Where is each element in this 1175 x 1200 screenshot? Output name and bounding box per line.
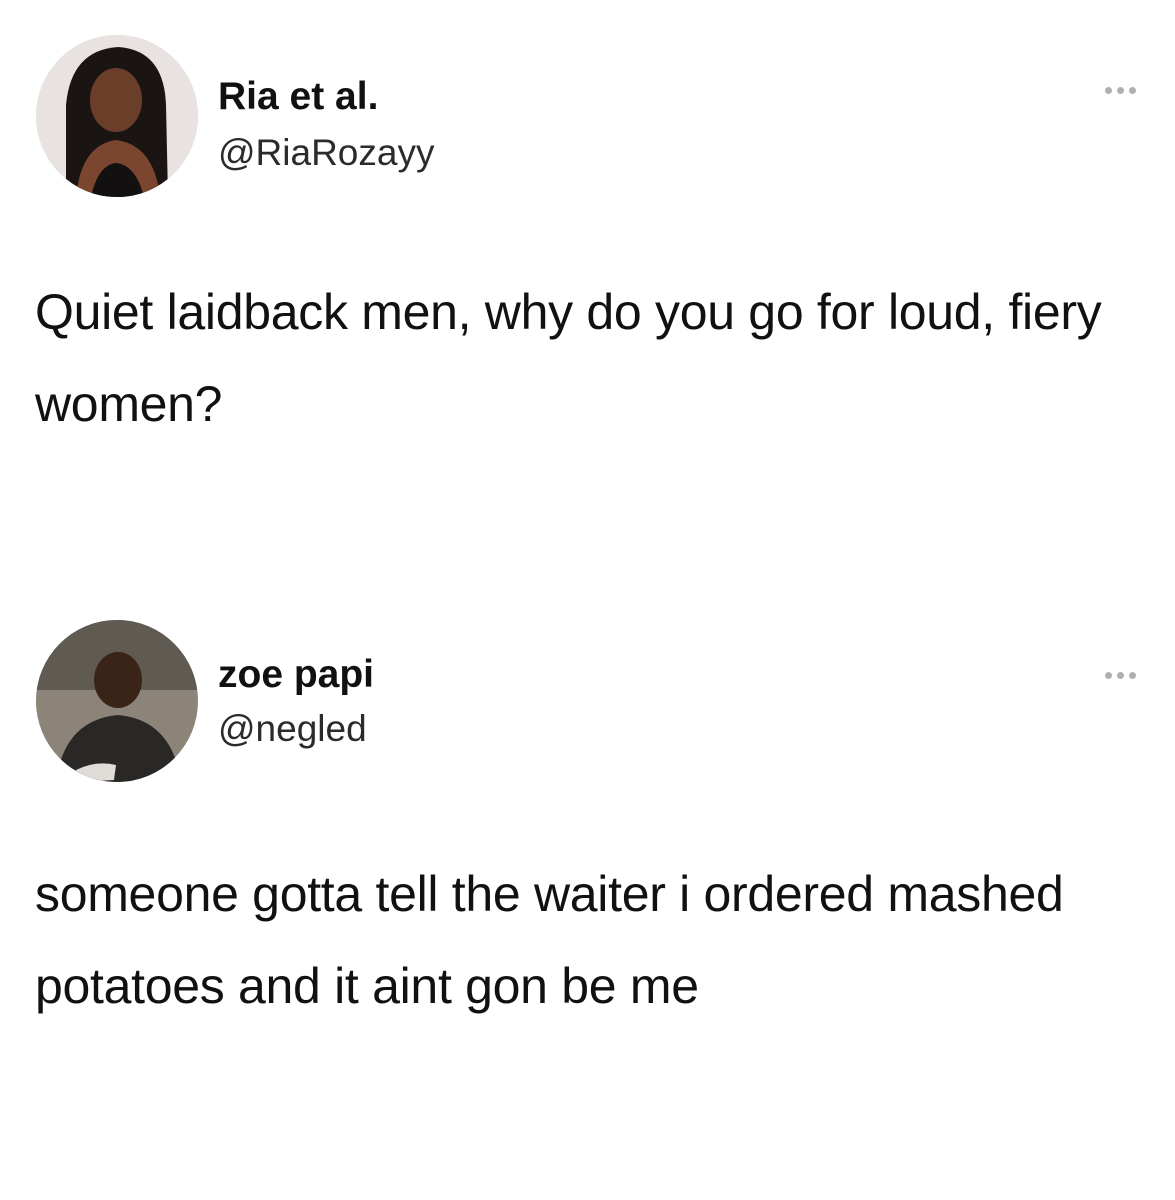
more-dots-icon xyxy=(1104,671,1112,679)
display-name[interactable]: Ria et al. xyxy=(218,75,378,119)
more-dots-icon xyxy=(1116,671,1124,679)
user-handle[interactable]: @RiaRozayy xyxy=(218,132,434,174)
more-dots-icon xyxy=(1116,86,1124,94)
avatar-zoe-papi[interactable] xyxy=(36,620,198,782)
profile-photo-icon xyxy=(36,620,198,782)
more-options-button[interactable] xyxy=(1090,663,1150,687)
more-dots-icon xyxy=(1128,671,1136,679)
avatar-ria[interactable] xyxy=(36,35,198,197)
more-dots-icon xyxy=(1128,86,1136,94)
profile-photo-icon xyxy=(36,35,198,197)
user-handle[interactable]: @negled xyxy=(218,708,367,750)
tweet-text: someone gotta tell the waiter i ordered … xyxy=(35,866,1064,1014)
more-options-button[interactable] xyxy=(1090,78,1150,102)
display-name[interactable]: zoe papi xyxy=(218,653,374,697)
more-dots-icon xyxy=(1104,86,1112,94)
tweet-text: Quiet laidback men, why do you go for lo… xyxy=(35,284,1102,432)
